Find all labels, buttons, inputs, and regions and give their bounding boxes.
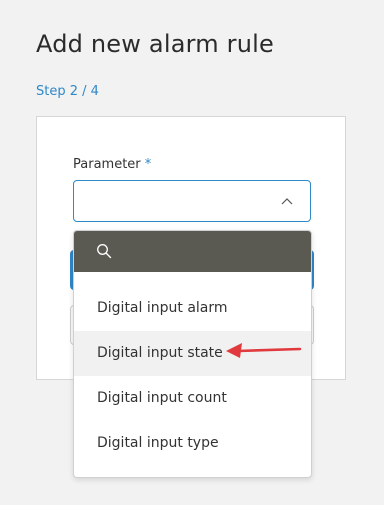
parameter-select[interactable] xyxy=(73,180,311,222)
step-indicator: Step 2 / 4 xyxy=(36,84,99,99)
option-digital-input-alarm[interactable]: Digital input alarm xyxy=(74,286,311,331)
option-digital-input-type[interactable]: Digital input type xyxy=(74,421,311,466)
chevron-up-icon xyxy=(281,198,293,205)
parameter-label-text: Parameter xyxy=(73,157,141,172)
dropdown-search-bar xyxy=(74,231,311,272)
parameter-label: Parameter * xyxy=(73,157,151,172)
page-title: Add new alarm rule xyxy=(36,30,274,58)
arrow-left-icon xyxy=(226,343,302,358)
search-icon xyxy=(97,244,112,259)
required-mark: * xyxy=(144,157,152,172)
dropdown-search-input[interactable] xyxy=(120,240,304,264)
option-digital-input-count[interactable]: Digital input count xyxy=(74,376,311,421)
